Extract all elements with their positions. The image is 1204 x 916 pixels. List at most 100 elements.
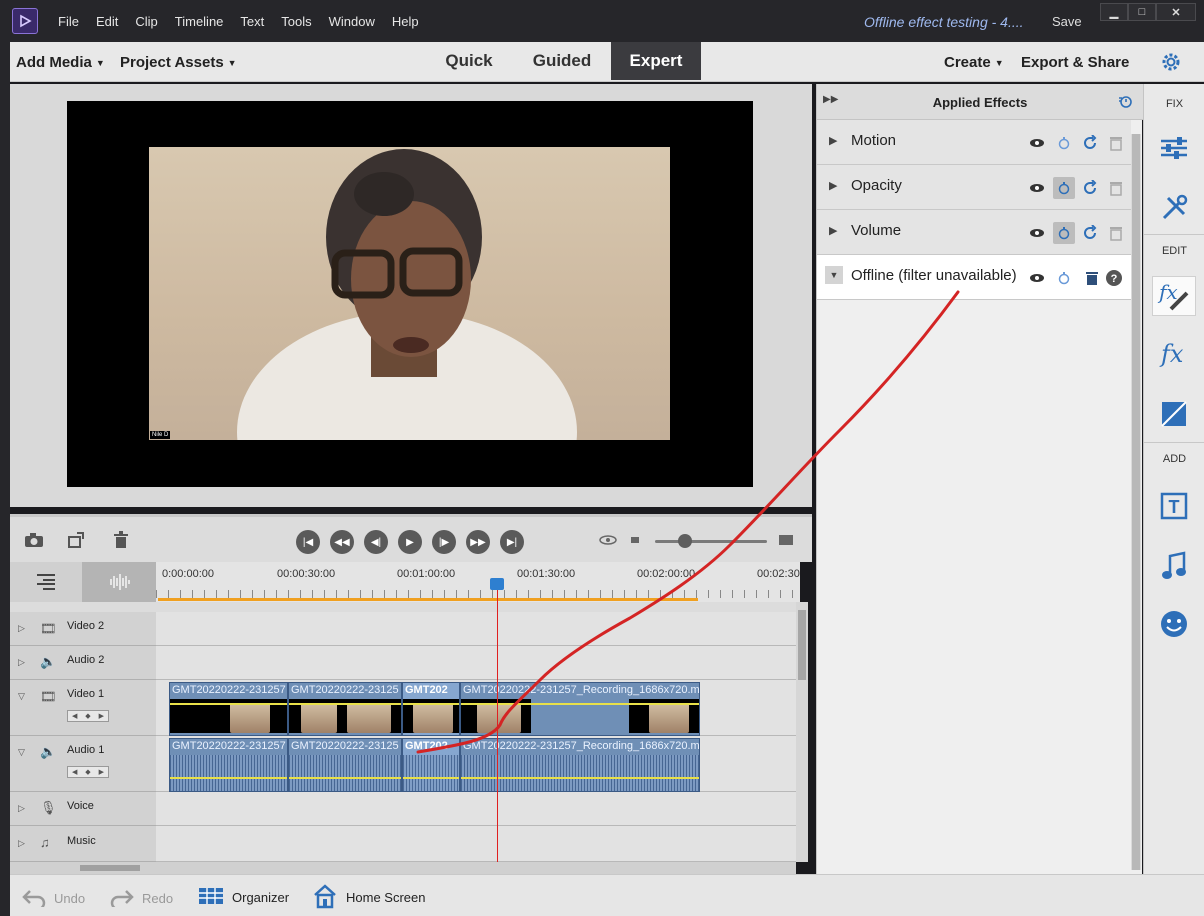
menu-text[interactable]: Text	[240, 14, 264, 29]
timeline-ruler[interactable]: 0:00:00:00 00:00:30:00 00:01:00:00 00:01…	[156, 562, 800, 602]
tools-icon[interactable]	[1152, 188, 1196, 228]
add-media-menu[interactable]: Add Media ▼	[16, 54, 105, 71]
stopwatch-icon[interactable]	[1055, 134, 1073, 152]
reset-icon[interactable]	[1081, 134, 1099, 152]
track-lane-video-2[interactable]	[156, 612, 796, 646]
step-back-icon[interactable]: ◀|	[364, 530, 388, 554]
track-header-music[interactable]: ▷ ♫ Music	[10, 826, 156, 862]
audio-waveform-icon[interactable]	[82, 562, 156, 602]
video-clip[interactable]: GMT20220222-231257	[169, 682, 288, 736]
effect-row-opacity[interactable]: ▶ Opacity	[817, 165, 1131, 210]
trash-icon[interactable]	[109, 529, 133, 551]
opacity-line[interactable]	[403, 703, 459, 705]
expand-arrow-icon[interactable]: ▶	[829, 134, 837, 147]
effect-row-offline[interactable]: ▼ Offline (filter unavailable) ?	[817, 255, 1131, 300]
track-lane-audio-2[interactable]	[156, 646, 796, 680]
scroll-thumb[interactable]	[80, 865, 140, 871]
titles-text-icon[interactable]: T	[1152, 486, 1196, 526]
keyframe-stopwatch-icon[interactable]	[1117, 93, 1133, 112]
video-clip[interactable]: GMT20220222-231257_Recording_1686x720.m	[460, 682, 700, 736]
video-clip[interactable]: GMT20220222-23125	[288, 682, 402, 736]
delete-icon[interactable]	[1083, 269, 1101, 287]
track-header-video-1[interactable]: ▽ 🎞 Video 1 ◀ ◆ ▶	[10, 680, 156, 736]
expand-arrow-icon[interactable]: ▷	[18, 838, 25, 849]
expand-arrow-icon[interactable]: ▷	[18, 657, 25, 668]
rotate-icon[interactable]	[65, 529, 89, 551]
effect-row-motion[interactable]: ▶ Motion	[817, 120, 1131, 165]
delete-icon[interactable]	[1107, 134, 1125, 152]
expand-arrow-icon[interactable]: ▷	[18, 803, 25, 814]
zoom-slider-knob[interactable]	[678, 534, 692, 548]
fast-forward-icon[interactable]: ▶▶	[466, 530, 490, 554]
track-list-icon[interactable]	[10, 562, 82, 602]
track-lane-music[interactable]	[156, 826, 796, 862]
close-button[interactable]: ✕	[1156, 3, 1196, 21]
create-menu[interactable]: Create ▼	[944, 54, 1004, 71]
play-icon[interactable]: ▶	[398, 530, 422, 554]
audio-clip-selected[interactable]: GMT202	[402, 738, 460, 792]
effects-scrollbar[interactable]	[1131, 134, 1141, 870]
menu-clip[interactable]: Clip	[135, 14, 157, 29]
stopwatch-icon[interactable]	[1053, 222, 1075, 244]
minimize-button[interactable]: ▁	[1100, 3, 1128, 21]
go-to-end-icon[interactable]: ▶|	[500, 530, 524, 554]
tab-expert[interactable]: Expert	[611, 42, 701, 80]
audio-clip[interactable]: GMT20220222-23125	[288, 738, 402, 792]
monitor-canvas[interactable]: Nile D	[67, 101, 753, 487]
home-screen-button[interactable]: Home Screen	[312, 883, 425, 912]
expand-arrow-icon[interactable]: ▶	[829, 224, 837, 237]
help-icon[interactable]: ?	[1105, 269, 1123, 287]
redo-button[interactable]: Redo	[110, 887, 173, 911]
eye-icon[interactable]	[1028, 269, 1046, 287]
track-lane-voice[interactable]	[156, 792, 796, 826]
track-header-video-2[interactable]: ▷ 🎞 Video 2	[10, 612, 156, 646]
expand-arrow-icon[interactable]: ▶	[829, 179, 837, 192]
keyframe-controls[interactable]: ◀ ◆ ▶	[67, 710, 109, 722]
collapse-arrow-icon[interactable]: ▽	[18, 747, 25, 758]
audio-clip[interactable]: GMT20220222-231257_Recording_1686x720.m	[460, 738, 700, 792]
zoom-out-icon[interactable]	[623, 529, 647, 551]
volume-line[interactable]	[289, 777, 401, 779]
save-button[interactable]: Save	[1052, 14, 1082, 29]
eye-icon[interactable]	[1028, 224, 1046, 242]
zoom-in-icon[interactable]	[774, 529, 798, 551]
collapse-arrow-icon[interactable]: ▽	[18, 691, 25, 702]
playhead-handle[interactable]	[490, 578, 504, 590]
tab-guided[interactable]: Guided	[522, 42, 602, 80]
audio-clip[interactable]: GMT20220222-231257	[169, 738, 288, 792]
track-header-voice[interactable]: ▷ 🎙 Voice	[10, 792, 156, 826]
export-share-menu[interactable]: Export & Share	[1021, 54, 1129, 71]
graphics-smiley-icon[interactable]	[1152, 604, 1196, 644]
tab-quick[interactable]: Quick	[430, 42, 508, 80]
rewind-icon[interactable]: ◀◀	[330, 530, 354, 554]
eye-icon[interactable]	[1028, 134, 1046, 152]
delete-icon[interactable]	[1107, 179, 1125, 197]
reset-icon[interactable]	[1081, 179, 1099, 197]
menu-file[interactable]: File	[58, 14, 79, 29]
opacity-line[interactable]	[289, 703, 401, 705]
track-header-audio-2[interactable]: ▷ 🔈 Audio 2	[10, 646, 156, 680]
stopwatch-icon[interactable]	[1055, 269, 1073, 287]
effect-row-volume[interactable]: ▶ Volume	[817, 210, 1131, 255]
go-to-start-icon[interactable]: |◀	[296, 530, 320, 554]
app-logo-icon[interactable]	[12, 8, 38, 34]
work-area-bar[interactable]	[158, 598, 698, 601]
delete-icon[interactable]	[1107, 224, 1125, 242]
expand-arrow-icon[interactable]: ▷	[18, 623, 25, 634]
settings-gear-icon[interactable]	[1160, 51, 1182, 77]
scroll-thumb[interactable]	[1132, 134, 1140, 870]
menu-edit[interactable]: Edit	[96, 14, 118, 29]
music-note-icon[interactable]	[1152, 546, 1196, 586]
menu-window[interactable]: Window	[329, 14, 375, 29]
menu-tools[interactable]: Tools	[281, 14, 311, 29]
opacity-line[interactable]	[170, 703, 287, 705]
stopwatch-icon[interactable]	[1053, 177, 1075, 199]
step-forward-icon[interactable]: |▶	[432, 530, 456, 554]
transitions-icon[interactable]	[1152, 394, 1196, 434]
applied-effects-fx-icon[interactable]: fx	[1152, 276, 1196, 316]
undo-button[interactable]: Undo	[22, 887, 85, 911]
eye-small-icon[interactable]	[596, 529, 620, 551]
eye-icon[interactable]	[1028, 179, 1046, 197]
camera-icon[interactable]	[22, 529, 46, 551]
project-assets-menu[interactable]: Project Assets ▼	[120, 54, 237, 71]
